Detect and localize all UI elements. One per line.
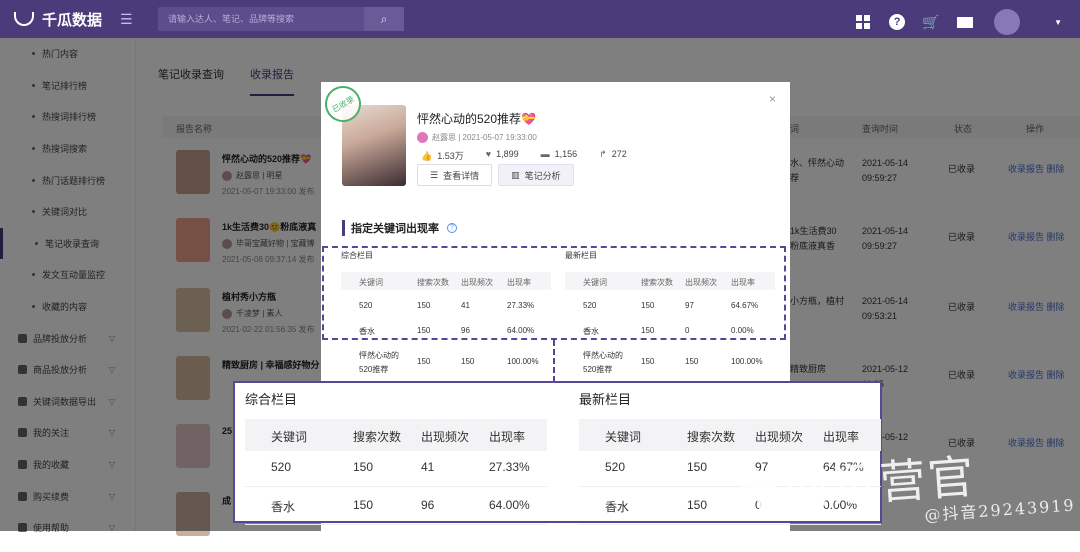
mail-icon[interactable] [956, 13, 974, 31]
search-box: ⌕ [158, 7, 404, 31]
shares-value: 272 [611, 149, 627, 159]
table-cell: 150 [353, 498, 374, 512]
note-meta: 赵露思 | 2021-05-07 19:33:00 [417, 132, 537, 143]
note-analysis-label: 笔记分析 [524, 170, 561, 181]
section-title: 指定关键词出现率? [342, 220, 457, 236]
zoom-caption: 最新栏目 [579, 392, 632, 407]
bar-chart-icon: ▥ [511, 169, 520, 180]
search-input[interactable] [158, 14, 364, 24]
app-logo[interactable]: 千瓜数据 [14, 9, 114, 30]
table-cell: 150 [461, 357, 475, 366]
view-detail-label: 查看详情 [443, 170, 480, 181]
row-divider [245, 524, 547, 525]
list-icon: ☰ [430, 169, 439, 180]
highlight-divider [553, 340, 555, 382]
apps-grid-icon[interactable] [854, 13, 872, 31]
section-title-text: 指定关键词出现率 [351, 223, 439, 235]
highlight-box [322, 246, 786, 340]
table-cell: 41 [421, 460, 435, 474]
table-cell: 520 [271, 460, 292, 474]
collects-stat: ♥ 1,899 [486, 149, 519, 162]
help-icon[interactable]: ? [888, 13, 906, 31]
help-circle-icon[interactable]: ? [447, 223, 457, 233]
table-cell: 怦然心动的520推荐 [583, 351, 623, 374]
table-cell: 150 [685, 357, 699, 366]
comments-stat: ▬ 1,156 [541, 149, 578, 162]
table-cell: 怦然心动的520推荐 [359, 351, 399, 374]
close-icon[interactable]: × [769, 92, 776, 106]
column-header: 出现频次 [755, 430, 804, 444]
note-stats: 👍 1.53万 ♥ 1,899 ▬ 1,156 ↱ 272 [421, 149, 627, 162]
menu-toggle-icon[interactable]: ☰ [120, 11, 150, 28]
table-cell: 150 [641, 357, 655, 366]
column-header: 搜索次数 [687, 430, 736, 444]
note-meta-text: 赵露思 | 2021-05-07 19:33:00 [432, 133, 537, 142]
thumb-up-icon: 👍 [421, 151, 433, 161]
table-cell: 100.00% [731, 357, 763, 366]
comment-icon: ▬ [540, 149, 550, 159]
chevron-down-icon[interactable]: ▼ [1054, 18, 1062, 27]
logo-icon [14, 12, 34, 26]
table-cell: 150 [417, 357, 431, 366]
table-cell: 96 [421, 498, 435, 512]
row-divider [245, 486, 547, 487]
likes-value: 1.53万 [437, 151, 464, 161]
author-avatar [417, 132, 428, 143]
search-icon[interactable]: ⌕ [364, 7, 404, 31]
view-detail-button[interactable]: ☰ 查看详情 [417, 164, 493, 186]
table-cell: 香水 [605, 500, 630, 514]
table-cell: 150 [353, 460, 374, 474]
share-icon: ↱ [599, 149, 607, 159]
top-bar: 千瓜数据 ☰ ⌕ ? 🛒 ▼ [0, 0, 1080, 38]
note-analysis-button[interactable]: ▥ 笔记分析 [498, 164, 574, 186]
table-cell: 150 [687, 460, 708, 474]
column-header: 出现率 [489, 430, 526, 444]
table-cell: 香水 [271, 500, 296, 514]
column-header: 出现频次 [421, 430, 470, 444]
table-cell: 520 [605, 460, 626, 474]
app-name: 千瓜数据 [42, 11, 103, 29]
heart-icon: ♥ [485, 149, 492, 159]
shares-stat: ↱ 272 [599, 149, 627, 162]
likes-stat: 👍 1.53万 [421, 149, 464, 162]
table-cell: 64.00% [489, 498, 530, 512]
column-header: 搜索次数 [353, 430, 402, 444]
user-avatar[interactable] [994, 9, 1021, 35]
cart-icon[interactable]: 🛒 [922, 13, 940, 31]
zoom-caption: 综合栏目 [245, 392, 298, 407]
column-header: 关键词 [271, 430, 308, 444]
table-cell: 27.33% [489, 460, 530, 474]
note-title: 怦然心动的520推荐💝 [417, 112, 536, 126]
comments-value: 1,156 [554, 149, 578, 159]
table-cell: 150 [687, 498, 708, 512]
column-header: 关键词 [605, 430, 642, 444]
column-header: 出现率 [823, 430, 860, 444]
collects-value: 1,899 [496, 149, 519, 159]
table-cell: 100.00% [507, 357, 539, 366]
